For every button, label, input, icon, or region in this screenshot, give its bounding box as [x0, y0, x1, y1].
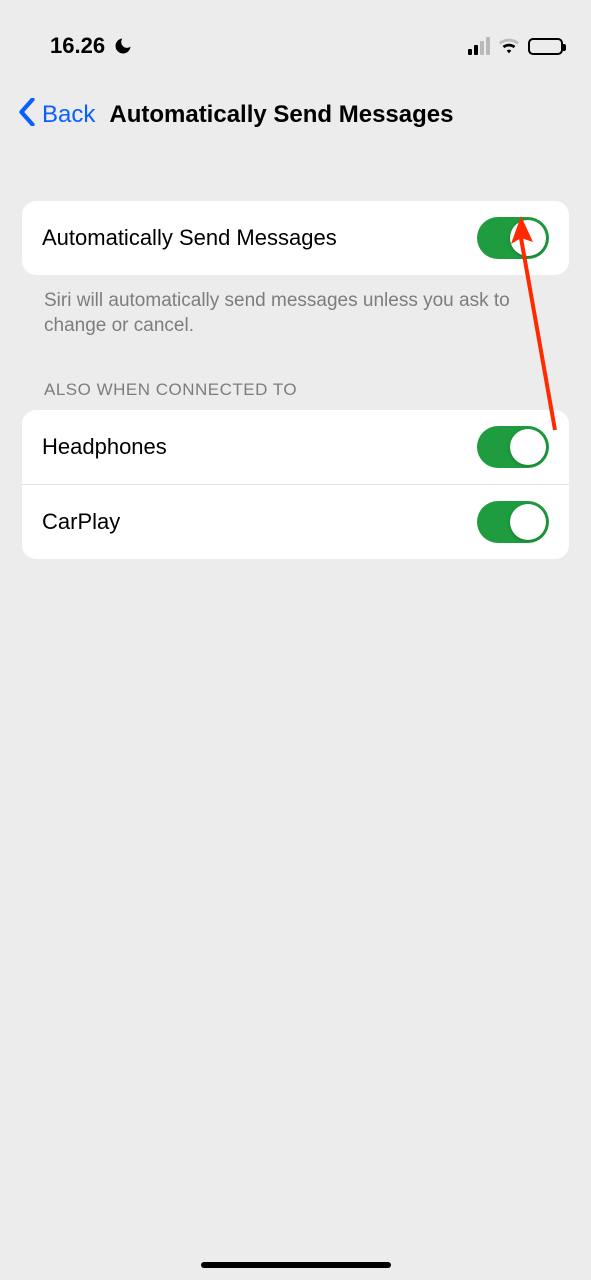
toggle-headphones[interactable]: [477, 426, 549, 468]
back-button[interactable]: Back: [42, 101, 95, 129]
settings-group-connected: Headphones CarPlay: [22, 410, 569, 559]
status-time: 16.26: [50, 33, 105, 59]
do-not-disturb-icon: [113, 36, 133, 56]
cellular-signal-icon: [468, 37, 490, 55]
toggle-auto-send[interactable]: [477, 217, 549, 259]
page-title: Automatically Send Messages: [109, 101, 453, 129]
row-label: Automatically Send Messages: [42, 225, 337, 251]
row-headphones: Headphones: [22, 410, 569, 484]
section-header: ALSO WHEN CONNECTED TO: [22, 338, 569, 410]
battery-icon: [528, 38, 563, 55]
nav-header: Back Automatically Send Messages: [0, 70, 591, 131]
status-right: [468, 37, 563, 55]
row-label: Headphones: [42, 434, 167, 460]
home-indicator[interactable]: [201, 1262, 391, 1268]
wifi-icon: [498, 37, 520, 55]
group-footer-text: Siri will automatically send messages un…: [22, 275, 569, 338]
row-auto-send: Automatically Send Messages: [22, 201, 569, 275]
back-chevron-icon[interactable]: [18, 98, 36, 131]
row-carplay: CarPlay: [22, 484, 569, 559]
status-bar: 16.26: [0, 0, 591, 70]
status-left: 16.26: [50, 33, 133, 59]
settings-group-main: Automatically Send Messages: [22, 201, 569, 275]
toggle-carplay[interactable]: [477, 501, 549, 543]
row-label: CarPlay: [42, 509, 120, 535]
content: Automatically Send Messages Siri will au…: [0, 201, 591, 559]
